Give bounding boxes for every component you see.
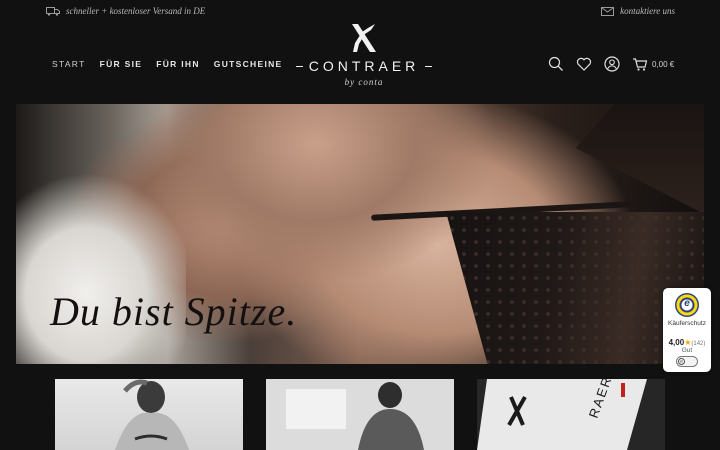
- trust-toggle[interactable]: e: [676, 356, 698, 367]
- shipping-info: schneller + kostenloser Versand in DE: [46, 6, 205, 16]
- brand-label-tile[interactable]: RAER: [477, 379, 665, 450]
- crossed-x-logo-icon: [352, 24, 376, 52]
- trust-badge[interactable]: … e Käuferschutz 4,00★(142) Gut e: [663, 288, 711, 372]
- women-product-tile[interactable]: [55, 379, 243, 450]
- nav-item-gutscheine[interactable]: GUTSCHEINE: [214, 59, 283, 69]
- trust-badge-menu[interactable]: …: [705, 290, 708, 294]
- envelope-icon: [601, 6, 615, 16]
- women-tile-image: [115, 379, 189, 450]
- brand-tagline: by conta: [344, 77, 384, 87]
- trust-grade: Gut: [681, 347, 693, 354]
- brand-name: CONTRAER: [308, 58, 420, 74]
- hero-image-towel: [16, 174, 186, 364]
- contact-link[interactable]: kontaktiere uns: [601, 6, 675, 16]
- contact-text[interactable]: kontaktiere uns: [620, 6, 675, 16]
- shipping-text: schneller + kostenloser Versand in DE: [66, 6, 206, 16]
- nav-item-fuer-sie[interactable]: FÜR SIE: [100, 59, 143, 69]
- men-product-tile[interactable]: [266, 379, 454, 450]
- trust-toggle-letter: e: [678, 358, 685, 365]
- trust-seal-letter: e: [684, 298, 690, 309]
- trust-seal-icon: e: [675, 293, 699, 317]
- trust-rating: 4,00★(142): [665, 338, 709, 347]
- header-icons: 0,00 €: [548, 56, 674, 72]
- trust-label: Käuferschutz: [668, 320, 706, 327]
- cart-icon[interactable]: [632, 56, 648, 72]
- search-icon[interactable]: [548, 56, 564, 72]
- nav-item-start[interactable]: START: [52, 59, 86, 69]
- brand-wordmark: CONTRAER: [296, 58, 432, 74]
- hero-heading: Du bist Spitze.: [50, 289, 298, 334]
- nav-item-fuer-ihn[interactable]: FÜR IHN: [156, 59, 200, 69]
- hero-image-hair: [576, 104, 704, 214]
- heart-icon[interactable]: [576, 56, 592, 72]
- men-tile-image: [266, 379, 454, 450]
- user-icon[interactable]: [604, 56, 620, 72]
- brand-label-tile-image: RAER: [477, 379, 665, 450]
- truck-icon: [46, 7, 60, 16]
- trust-rating-value: 4,00: [668, 338, 685, 347]
- brand-dash-right: [425, 65, 432, 67]
- main-nav: START FÜR SIE FÜR IHN GUTSCHEINE: [52, 59, 283, 69]
- cart-total[interactable]: 0,00 €: [652, 60, 674, 69]
- top-bar: schneller + kostenloser Versand in DE ko…: [0, 0, 720, 24]
- hero-banner[interactable]: Du bist Spitze.: [16, 104, 704, 364]
- site-logo[interactable]: CONTRAER by conta: [296, 22, 432, 92]
- brand-dash-left: [296, 65, 303, 67]
